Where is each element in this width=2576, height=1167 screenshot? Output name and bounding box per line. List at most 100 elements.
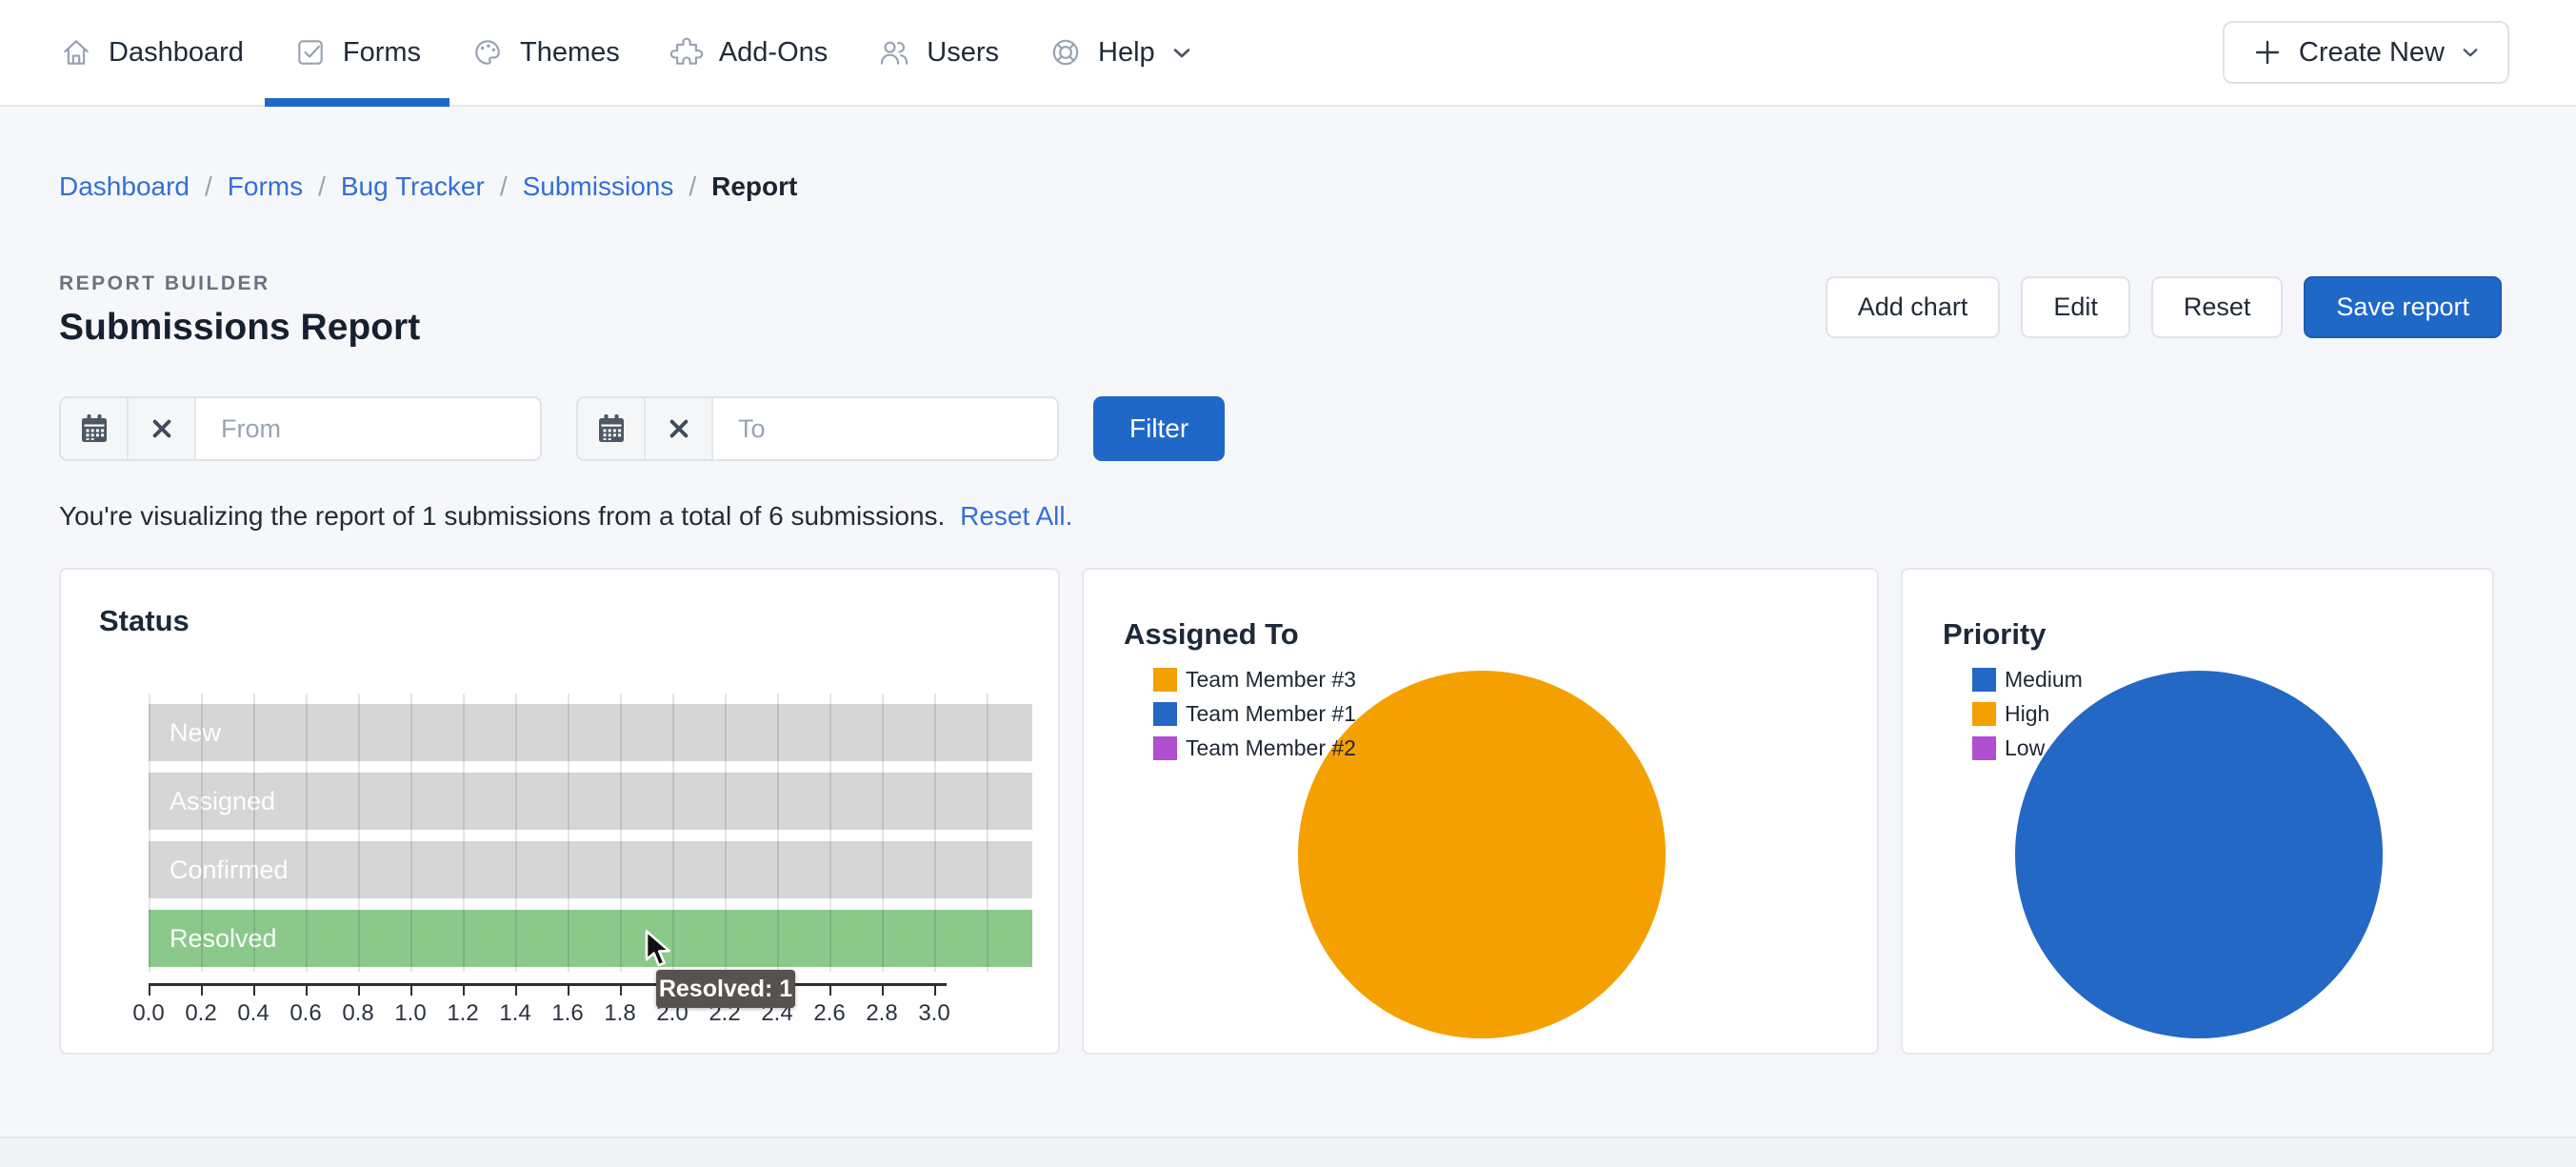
legend-label: Team Member #1: [1186, 701, 1356, 727]
calendar-button[interactable]: [578, 398, 646, 459]
nav-item-help[interactable]: Help: [1048, 0, 1191, 105]
active-tab-indicator: [265, 98, 449, 107]
legend-label: Team Member #2: [1186, 735, 1356, 761]
reset-button[interactable]: Reset: [2151, 276, 2284, 338]
legend-item: Low: [1972, 735, 2083, 761]
x-tick-mark: [410, 986, 412, 996]
filter-button[interactable]: Filter: [1093, 396, 1225, 461]
x-tick-label: 0.8: [342, 1000, 373, 1027]
x-tick-label: 1.6: [551, 1000, 583, 1027]
x-tick-label: 1.2: [447, 1000, 478, 1027]
nav-item-dashboard[interactable]: Dashboard: [59, 0, 244, 105]
x-tick-mark: [829, 986, 831, 996]
report-title-block: REPORT BUILDER Submissions Report: [59, 272, 420, 349]
date-to-group: [576, 396, 1059, 461]
footer-strip: [0, 1137, 2576, 1167]
reset-all-link[interactable]: Reset All.: [960, 501, 1072, 531]
x-tick-mark: [463, 986, 465, 996]
summary-message: You're visualizing the report of 1 submi…: [59, 501, 945, 531]
breadcrumb-link-forms[interactable]: Forms: [228, 171, 303, 202]
create-new-button[interactable]: Create New: [2223, 21, 2509, 84]
nav-item-themes[interactable]: Themes: [470, 0, 620, 105]
users-icon: [877, 35, 911, 70]
x-axis-labels: 0.00.20.40.60.81.01.21.41.61.82.02.22.42…: [149, 1000, 1025, 1029]
chevron-down-icon: [1172, 47, 1191, 59]
add-chart-button[interactable]: Add chart: [1826, 276, 2001, 338]
palette-icon: [470, 35, 505, 70]
legend-swatch: [1153, 702, 1177, 726]
legend-swatch: [1972, 736, 1996, 760]
x-tick-mark: [149, 986, 150, 996]
breadcrumb-link-submissions[interactable]: Submissions: [523, 171, 674, 202]
edit-button[interactable]: Edit: [2021, 276, 2130, 338]
clear-date-button[interactable]: [129, 398, 196, 459]
x-tick-mark: [620, 986, 622, 996]
legend-item: Team Member #2: [1153, 735, 1356, 761]
chart-legend: Medium High Low: [1972, 667, 2083, 770]
bar-confirmed[interactable]: Confirmed: [149, 841, 1032, 898]
legend-item: Team Member #3: [1153, 667, 1356, 693]
nav-item-label: Themes: [520, 37, 620, 69]
chevron-down-icon: [2462, 47, 2479, 58]
chart-tooltip: Resolved: 1: [656, 970, 795, 1008]
date-from-group: [59, 396, 542, 461]
x-tick-label: 1.4: [499, 1000, 530, 1027]
nav-item-users[interactable]: Users: [877, 0, 999, 105]
legend-item: Medium: [1972, 667, 2083, 693]
nav-item-label: Users: [927, 37, 999, 69]
date-from-input[interactable]: [196, 398, 540, 459]
chart-cards-row: Status New Assigned Confirmed Resolved 0…: [59, 568, 2502, 1055]
x-tick-mark: [882, 986, 884, 996]
x-tick-label: 0.6: [290, 1000, 321, 1027]
breadcrumb-separator: /: [205, 171, 212, 202]
x-tick-label: 2.6: [813, 1000, 845, 1027]
bar-group: New Assigned Confirmed Resolved: [149, 694, 1032, 974]
x-tick-label: 2.8: [866, 1000, 897, 1027]
x-tick-mark: [201, 986, 203, 996]
report-header: REPORT BUILDER Submissions Report Add ch…: [59, 272, 2502, 349]
legend-label: Low: [2005, 735, 2045, 761]
plus-icon: [2253, 38, 2282, 67]
nav-item-forms[interactable]: Forms: [293, 0, 421, 105]
breadcrumb-link-bug-tracker[interactable]: Bug Tracker: [341, 171, 485, 202]
bar-new[interactable]: New: [149, 704, 1032, 761]
status-bar-chart: New Assigned Confirmed Resolved: [149, 694, 1032, 974]
calendar-button[interactable]: [61, 398, 129, 459]
summary-text: You're visualizing the report of 1 submi…: [59, 501, 2502, 532]
nav-item-label: Dashboard: [109, 37, 244, 69]
home-icon: [59, 35, 93, 70]
legend-swatch: [1153, 668, 1177, 692]
x-tick-label: 0.4: [237, 1000, 269, 1027]
status-chart-card: Status New Assigned Confirmed Resolved 0…: [59, 568, 1060, 1055]
top-navigation: Dashboard Forms Themes: [0, 0, 2576, 107]
report-builder-eyebrow: REPORT BUILDER: [59, 272, 420, 295]
x-tick-label: 1.8: [604, 1000, 635, 1027]
bar-assigned[interactable]: Assigned: [149, 773, 1032, 830]
assigned-to-chart-card: Assigned To Team Member #3 Team Member #…: [1082, 568, 1879, 1055]
breadcrumb-separator: /: [318, 171, 326, 202]
nav-item-add-ons[interactable]: Add-Ons: [669, 0, 828, 105]
breadcrumb-link-dashboard[interactable]: Dashboard: [59, 171, 190, 202]
create-new-label: Create New: [2299, 37, 2445, 69]
legend-swatch: [1972, 702, 1996, 726]
legend-label: Medium: [2005, 667, 2083, 693]
legend-item: High: [1972, 701, 2083, 727]
x-tick-label: 0.2: [185, 1000, 216, 1027]
report-actions: Add chart Edit Reset Save report: [1826, 272, 2502, 338]
legend-item: Team Member #1: [1153, 701, 1356, 727]
chart-legend: Team Member #3 Team Member #1 Team Membe…: [1153, 667, 1356, 770]
legend-swatch: [1972, 668, 1996, 692]
x-tick-mark: [306, 986, 308, 996]
report-builder-page: Dashboard Forms Themes: [0, 0, 2576, 1167]
date-to-input[interactable]: [713, 398, 1057, 459]
bar-resolved[interactable]: Resolved: [149, 910, 1032, 967]
lifebuoy-icon: [1048, 35, 1083, 70]
breadcrumb-current: Report: [711, 171, 797, 202]
nav-item-label: Add-Ons: [719, 37, 828, 69]
x-tick-label: 0.0: [132, 1000, 164, 1027]
clear-date-button[interactable]: [646, 398, 713, 459]
save-report-button[interactable]: Save report: [2304, 276, 2502, 338]
main-content: Dashboard / Forms / Bug Tracker / Submis…: [0, 171, 2576, 1055]
priority-chart-card: Priority Medium High Low: [1901, 568, 2494, 1055]
legend-label: Team Member #3: [1186, 667, 1356, 693]
